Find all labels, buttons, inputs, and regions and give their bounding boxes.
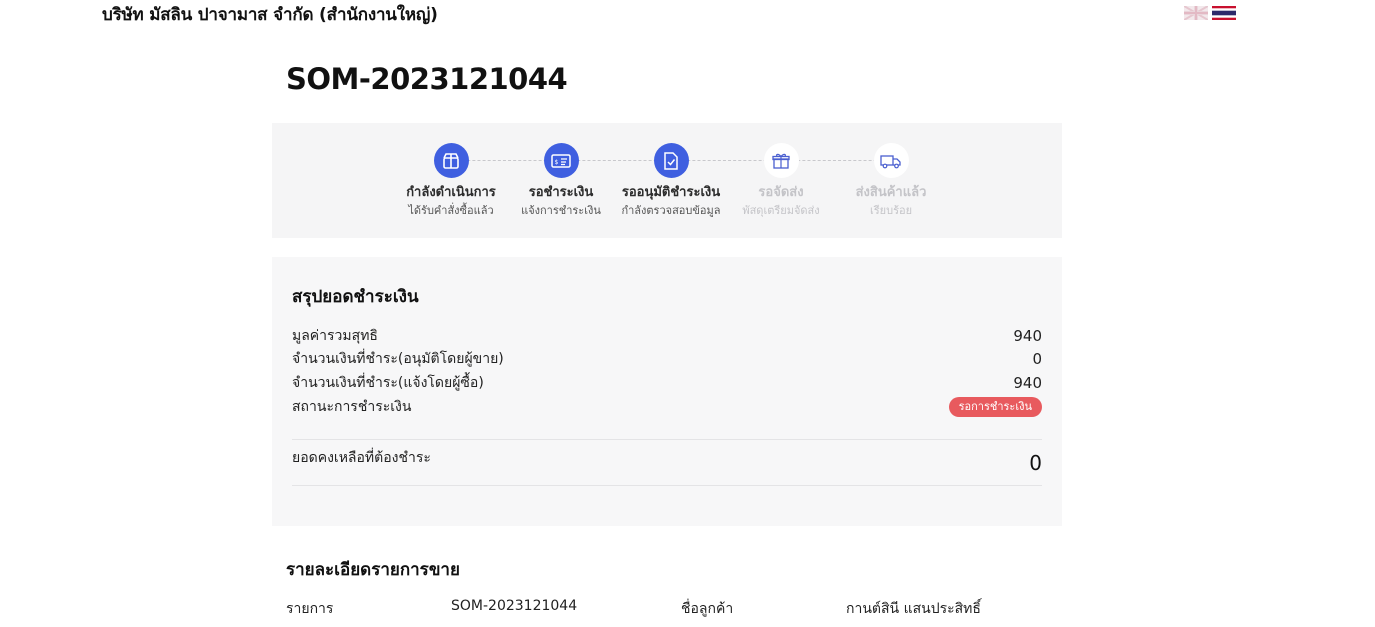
step-circle: $ <box>543 143 579 178</box>
english-flag-icon[interactable] <box>1184 6 1208 20</box>
step-circle <box>653 143 689 178</box>
step-sublabel: เรียบร้อย <box>869 204 913 217</box>
gift-icon <box>772 153 790 169</box>
payment-status-badge: รอการชำระเงิน <box>948 397 1042 417</box>
payment-status-label: สถานะการชำระเงิน <box>292 399 412 415</box>
step-awaiting-shipment: รอจัดส่ง พัสดุเตรียมจัดส่ง <box>721 143 841 218</box>
customer-label: ชื่อลูกค้า <box>681 601 734 617</box>
step-circle <box>873 143 909 178</box>
balance-label: ยอดคงเหลือที่ต้องชำระ <box>292 450 431 466</box>
divider <box>292 485 1042 486</box>
item-value: SOM-2023121044 <box>451 598 578 614</box>
step-sublabel: ได้รับคำสั่งซื้อแล้ว <box>408 204 494 217</box>
company-name: บริษัท มัสลิน ปาจามาส จำกัด (สำนักงานใหญ… <box>102 5 438 25</box>
truck-icon <box>880 154 901 168</box>
summary-row-label: จำนวนเงินที่ชำระ(แจ้งโดยผู้ซื้อ) <box>292 375 484 391</box>
step-label: รอจัดส่ง <box>758 185 804 200</box>
svg-text:$: $ <box>555 159 559 166</box>
step-shipped: ส่งสินค้าแล้ว เรียบร้อย <box>831 143 951 218</box>
document-check-icon <box>664 151 678 170</box>
step-circle <box>433 143 469 178</box>
language-switcher[interactable] <box>1184 6 1236 20</box>
payment-summary-panel: สรุปยอดชำระเงิน มูลค่ารวมสุทธิ 940 จำนวน… <box>272 257 1062 526</box>
step-circle <box>763 143 799 178</box>
thai-flag-icon[interactable] <box>1212 6 1236 20</box>
summary-row-value: 940 <box>1013 374 1042 392</box>
step-awaiting-approval: รออนุมัติชำระเงิน กำลังตรวจสอบข้อมูล <box>611 143 731 218</box>
step-label: รอชำระเงิน <box>528 185 594 200</box>
box-icon <box>443 152 459 169</box>
summary-row-value: 0 <box>1032 350 1042 368</box>
summary-row-label: มูลค่ารวมสุทธิ <box>292 328 378 344</box>
step-processing: กำลังดำเนินการ ได้รับคำสั่งซื้อแล้ว <box>391 143 511 218</box>
payment-summary-title: สรุปยอดชำระเงิน <box>292 287 419 307</box>
divider <box>292 439 1042 440</box>
customer-value: กานต์สินี แสนประสิทธิ์ <box>846 601 981 617</box>
balance-value: 0 <box>1029 451 1042 475</box>
summary-row-payment-status: สถานะการชำระเงิน รอการชำระเงิน <box>292 396 1042 418</box>
item-label: รายการ <box>286 601 334 617</box>
sale-details-title: รายละเอียดรายการขาย <box>286 560 460 580</box>
step-sublabel: แจ้งการชำระเงิน <box>521 204 601 217</box>
order-number-title: SOM-2023121044 <box>286 62 568 96</box>
payment-card-icon: $ <box>551 153 571 168</box>
step-awaiting-payment: $ รอชำระเงิน แจ้งการชำระเงิน <box>501 143 621 218</box>
step-label: ส่งสินค้าแล้ว <box>855 185 927 200</box>
summary-row-approved-paid: จำนวนเงินที่ชำระ(อนุมัติโดยผู้ขาย) 0 <box>292 348 1042 370</box>
summary-row-value: 940 <box>1013 327 1042 345</box>
step-sublabel: กำลังตรวจสอบข้อมูล <box>621 204 721 217</box>
step-label: รออนุมัติชำระเงิน <box>621 185 721 200</box>
summary-row-net-total: มูลค่ารวมสุทธิ 940 <box>292 325 1042 347</box>
step-label: กำลังดำเนินการ <box>406 185 496 200</box>
balance-row: ยอดคงเหลือที่ต้องชำระ 0 <box>292 447 1042 475</box>
summary-row-label: จำนวนเงินที่ชำระ(อนุมัติโดยผู้ขาย) <box>292 351 504 367</box>
order-status-stepper: กำลังดำเนินการ ได้รับคำสั่งซื้อแล้ว $ รอ… <box>272 123 1062 238</box>
step-sublabel: พัสดุเตรียมจัดส่ง <box>742 204 820 217</box>
summary-row-buyer-paid: จำนวนเงินที่ชำระ(แจ้งโดยผู้ซื้อ) 940 <box>292 372 1042 394</box>
